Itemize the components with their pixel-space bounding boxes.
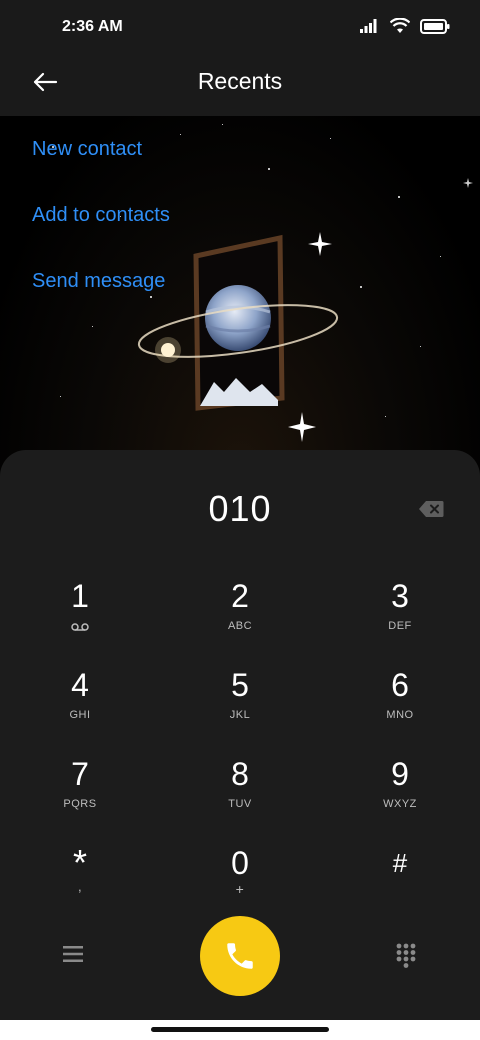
- key-letters: ABC: [227, 620, 253, 632]
- backspace-icon[interactable]: [418, 500, 444, 518]
- key-digit: 7: [71, 756, 89, 792]
- send-message-link[interactable]: Send message: [32, 270, 165, 293]
- key-digit: 1: [71, 578, 89, 614]
- planet-illustration: [137, 178, 473, 442]
- wallpaper: New contact Add to contacts Send message: [0, 116, 480, 476]
- key-digit: 5: [231, 667, 249, 703]
- key-digit: 3: [391, 578, 409, 614]
- phone-icon: [227, 943, 253, 969]
- key-letters: MNO: [386, 709, 414, 721]
- key-digit: 4: [71, 667, 89, 703]
- signal-icon: [360, 19, 377, 33]
- new-contact-link[interactable]: New contact: [32, 138, 142, 161]
- menu-icon[interactable]: [62, 944, 84, 964]
- key-letters: TUV: [228, 798, 252, 810]
- key-digit: 9: [391, 756, 409, 792]
- key-letters: WXYZ: [383, 798, 417, 810]
- key-6[interactable]: 6 MNO: [340, 667, 460, 747]
- key-1[interactable]: 1: [20, 578, 140, 658]
- key-8[interactable]: 8 TUV: [180, 756, 300, 836]
- key-5[interactable]: 5 JKL: [180, 667, 300, 747]
- status-bar: 2:36 AM: [0, 0, 480, 56]
- key-2[interactable]: 2 ABC: [180, 578, 300, 658]
- battery-icon: [420, 18, 450, 34]
- key-digit: 8: [231, 756, 249, 792]
- key-digit: #: [392, 848, 408, 878]
- key-digit: 6: [391, 667, 409, 703]
- keypad-icon[interactable]: [396, 943, 416, 969]
- key-digit: *: [72, 842, 87, 883]
- key-3[interactable]: 3 DEF: [340, 578, 460, 658]
- key-9[interactable]: 9 WXYZ: [340, 756, 460, 836]
- key-letters: JKL: [229, 709, 251, 721]
- key-letters: ,: [77, 879, 83, 894]
- key-4[interactable]: 4 GHI: [20, 667, 140, 747]
- call-button[interactable]: [200, 916, 280, 996]
- status-time: 2:36 AM: [62, 18, 123, 35]
- key-letters: DEF: [388, 620, 412, 632]
- home-indicator[interactable]: [151, 1027, 329, 1032]
- key-digit: 2: [231, 578, 249, 614]
- key-letters: +: [235, 881, 245, 897]
- voicemail-icon: [71, 623, 89, 631]
- dialer-panel: 010 1 2 ABC 3 DEF 4 GHI 5 JKL 6 MNO 7 PQ…: [0, 450, 480, 1020]
- wifi-icon: [390, 18, 410, 33]
- dialer-actions: [0, 916, 480, 996]
- key-letters: PQRS: [63, 798, 97, 810]
- page-title: Recents: [197, 68, 283, 94]
- navigation-bar: [0, 1020, 480, 1040]
- key-0[interactable]: 0 +: [180, 845, 300, 925]
- key-7[interactable]: 7 PQRS: [20, 756, 140, 836]
- dialed-number[interactable]: 010: [0, 488, 480, 530]
- app-bar: Recents: [0, 56, 480, 116]
- add-to-contacts-link[interactable]: Add to contacts: [32, 204, 170, 227]
- key-letters: GHI: [69, 709, 91, 721]
- key-digit: 0: [231, 845, 249, 881]
- key-hash[interactable]: #: [340, 845, 460, 925]
- key-star[interactable]: * ,: [20, 845, 140, 925]
- status-icons: [360, 18, 450, 34]
